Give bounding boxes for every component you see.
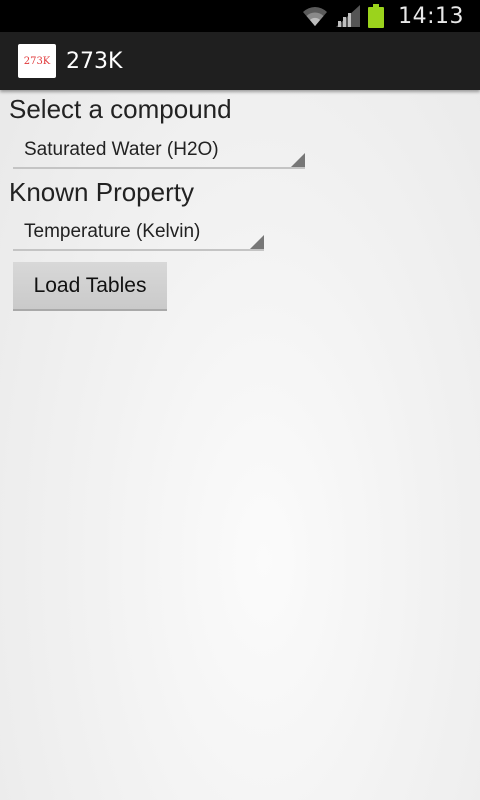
battery-icon	[368, 4, 385, 28]
status-bar: 14:13	[0, 0, 480, 32]
compound-spinner[interactable]: Saturated Water (H2O)	[13, 133, 305, 169]
property-label: Known Property	[9, 177, 194, 207]
wifi-icon	[302, 5, 328, 27]
dropdown-arrow-icon	[291, 153, 305, 167]
app-title: 273K	[66, 48, 123, 74]
property-spinner-value: Temperature (Kelvin)	[24, 221, 201, 242]
compound-spinner-value: Saturated Water (H2O)	[24, 139, 219, 160]
compound-label: Select a compound	[9, 94, 232, 124]
status-clock: 14:13	[398, 3, 464, 29]
load-tables-button[interactable]: Load Tables	[13, 262, 167, 311]
dropdown-arrow-icon	[250, 235, 264, 249]
app-logo-icon[interactable]: 273K	[18, 44, 56, 78]
action-bar: 273K 273K	[0, 32, 480, 90]
property-spinner[interactable]: Temperature (Kelvin)	[13, 215, 264, 251]
signal-icon	[336, 5, 361, 27]
